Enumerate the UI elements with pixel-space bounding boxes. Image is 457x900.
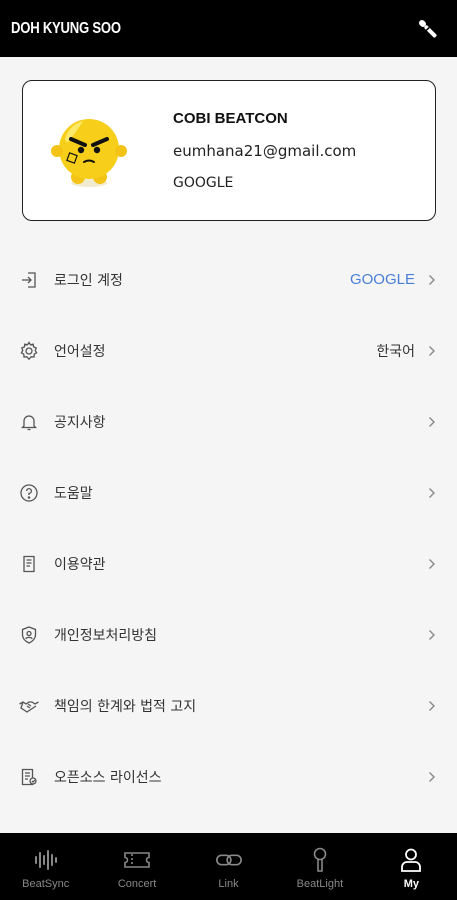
- menu-item-privacy-policy[interactable]: 개인정보처리방침: [0, 599, 457, 670]
- handshake-icon: [18, 695, 40, 717]
- bell-icon: [18, 411, 40, 433]
- menu-item-login-account[interactable]: 로그인 계정 GOOGLE: [0, 244, 457, 315]
- login-icon: [18, 269, 40, 291]
- waveform-icon: [32, 847, 60, 873]
- menu-item-label: 로그인 계정: [54, 272, 123, 289]
- tab-my[interactable]: My: [366, 833, 457, 900]
- chevron-right-icon: [427, 770, 437, 784]
- profile-provider: GOOGLE: [173, 175, 234, 191]
- person-icon: [397, 847, 425, 873]
- lightstick-icon: [306, 847, 334, 873]
- menu-item-label: 오픈소스 라이선스: [54, 769, 162, 786]
- settings-menu: 로그인 계정 GOOGLE 언어설정 한국어 공지사항 도움말 이용약관 개인정…: [0, 244, 457, 812]
- menu-item-label: 이용약관: [54, 556, 106, 573]
- chevron-right-icon: [427, 273, 437, 287]
- tab-label: BeatSync: [22, 878, 70, 890]
- link-icon: [215, 847, 243, 873]
- menu-item-label: 언어설정: [54, 343, 106, 360]
- menu-item-open-source-license[interactable]: 오픈소스 라이선스: [0, 741, 457, 812]
- login-provider-value: GOOGLE: [349, 271, 415, 288]
- tab-concert[interactable]: Concert: [91, 833, 182, 900]
- bottom-nav: BeatSync Concert Link BeatLight My: [0, 833, 457, 900]
- chevron-right-icon: [427, 699, 437, 713]
- tab-beatsync[interactable]: BeatSync: [0, 833, 91, 900]
- menu-item-label: 책임의 한계와 법적 고지: [54, 698, 197, 715]
- chevron-right-icon: [427, 415, 437, 429]
- chevron-right-icon: [427, 557, 437, 571]
- chevron-right-icon: [427, 486, 437, 500]
- tab-label: Concert: [117, 878, 157, 890]
- tab-beatlight[interactable]: BeatLight: [274, 833, 365, 900]
- menu-item-language[interactable]: 언어설정 한국어: [0, 315, 457, 386]
- tab-label: Link: [218, 878, 239, 890]
- gear-icon: [18, 340, 40, 362]
- top-bar: DOH KYUNG SOO: [0, 0, 457, 57]
- menu-item-notices[interactable]: 공지사항: [0, 386, 457, 457]
- profile-email: eumhana21@gmail.com: [173, 142, 357, 160]
- tab-link[interactable]: Link: [183, 833, 274, 900]
- menu-item-label: 개인정보처리방침: [54, 627, 158, 644]
- language-value: 한국어: [376, 343, 415, 360]
- microphone-icon[interactable]: [413, 14, 443, 44]
- tab-label: BeatLight: [296, 878, 344, 890]
- tab-label: My: [403, 878, 419, 890]
- menu-item-label: 공지사항: [54, 414, 106, 431]
- help-icon: [18, 482, 40, 504]
- profile-name: COBI BEATCON: [173, 110, 288, 127]
- ticket-icon: [123, 847, 151, 873]
- page-title: DOH KYUNG SOO: [11, 19, 121, 37]
- menu-item-terms[interactable]: 이용약관: [0, 528, 457, 599]
- menu-item-help[interactable]: 도움말: [0, 457, 457, 528]
- shield-icon: [18, 624, 40, 646]
- menu-item-label: 도움말: [54, 485, 93, 502]
- chevron-right-icon: [427, 344, 437, 358]
- license-icon: [18, 766, 40, 788]
- profile-card: COBI BEATCON eumhana21@gmail.com GOOGLE: [22, 80, 436, 221]
- avatar: [47, 109, 131, 193]
- document-icon: [18, 553, 40, 575]
- menu-item-legal-notice[interactable]: 책임의 한계와 법적 고지: [0, 670, 457, 741]
- chevron-right-icon: [427, 628, 437, 642]
